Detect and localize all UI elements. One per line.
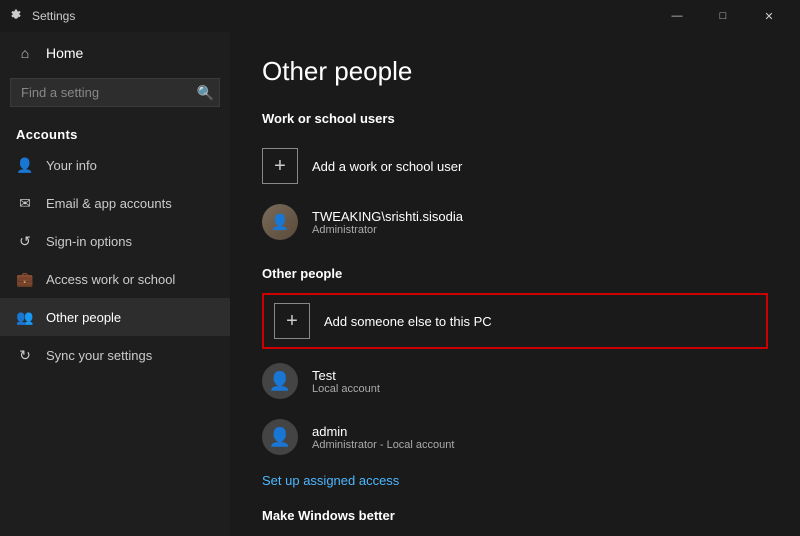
admin-user-avatar: 👤 [262,419,298,455]
test-user-row[interactable]: 👤 Test Local account [262,353,768,409]
make-better-header: Make Windows better [262,508,768,523]
search-icon: 🔍 [197,84,214,101]
existing-work-user-row[interactable]: 👤 TWEAKING\srishti.sisodia Administrator [262,194,768,250]
sidebar-item-other-people[interactable]: 👥 Other people [0,298,230,336]
email-app-label: Email & app accounts [46,196,172,211]
add-person-icon: + [274,303,310,339]
main-layout: ⌂ Home 🔍 Accounts 👤 Your info ✉ Email & … [0,32,800,536]
add-person-label: Add someone else to this PC [324,314,492,329]
page-title: Other people [262,56,768,87]
setup-assigned-access-link[interactable]: Set up assigned access [262,473,768,488]
your-info-icon: 👤 [16,156,34,174]
sync-icon: ↻ [16,346,34,364]
search-container: 🔍 [10,78,220,107]
other-people-icon: 👥 [16,308,34,326]
close-button[interactable]: ✕ [746,0,792,32]
email-icon: ✉ [16,194,34,212]
test-user-subtitle: Local account [312,383,380,395]
admin-user-info: admin Administrator - Local account [312,424,454,451]
existing-user-info: TWEAKING\srishti.sisodia Administrator [312,209,463,236]
sidebar-item-access-work[interactable]: 💼 Access work or school [0,260,230,298]
titlebar: Settings — □ ✕ [0,0,800,32]
app-title: Settings [32,9,75,23]
sidebar-section-title: Accounts [0,119,230,146]
add-work-icon: + [262,148,298,184]
sign-in-icon: ↺ [16,232,34,250]
content-area: Other people Work or school users + Add … [230,32,800,536]
titlebar-left: Settings [8,8,75,24]
sidebar-item-sync-settings[interactable]: ↻ Sync your settings [0,336,230,374]
test-user-avatar: 👤 [262,363,298,399]
your-info-label: Your info [46,158,97,173]
other-people-label: Other people [46,310,121,325]
admin-user-row[interactable]: 👤 admin Administrator - Local account [262,409,768,465]
add-person-info: Add someone else to this PC [324,314,492,329]
work-icon: 💼 [16,270,34,288]
sidebar-item-home[interactable]: ⌂ Home [0,32,230,74]
add-work-info: Add a work or school user [312,159,462,174]
search-input[interactable] [10,78,220,107]
add-person-row[interactable]: + Add someone else to this PC [262,293,768,349]
maximize-button[interactable]: □ [700,0,746,32]
home-icon: ⌂ [16,44,34,62]
existing-user-subtitle: Administrator [312,224,463,236]
home-label: Home [46,45,83,61]
access-work-label: Access work or school [46,272,175,287]
admin-user-subtitle: Administrator - Local account [312,439,454,451]
add-work-user-row[interactable]: + Add a work or school user [262,138,768,194]
work-section-header: Work or school users [262,111,768,126]
existing-user-name: TWEAKING\srishti.sisodia [312,209,463,224]
sidebar-item-email-app[interactable]: ✉ Email & app accounts [0,184,230,222]
test-user-name: Test [312,368,380,383]
other-people-section-header: Other people [262,266,768,281]
sidebar-item-your-info[interactable]: 👤 Your info [0,146,230,184]
window-controls: — □ ✕ [654,0,792,32]
add-work-label: Add a work or school user [312,159,462,174]
sidebar-item-sign-in[interactable]: ↺ Sign-in options [0,222,230,260]
minimize-button[interactable]: — [654,0,700,32]
settings-icon [8,8,24,24]
sidebar: ⌂ Home 🔍 Accounts 👤 Your info ✉ Email & … [0,32,230,536]
sync-settings-label: Sync your settings [46,348,152,363]
admin-user-name: admin [312,424,454,439]
user-avatar: 👤 [262,204,298,240]
test-user-info: Test Local account [312,368,380,395]
sign-in-label: Sign-in options [46,234,132,249]
